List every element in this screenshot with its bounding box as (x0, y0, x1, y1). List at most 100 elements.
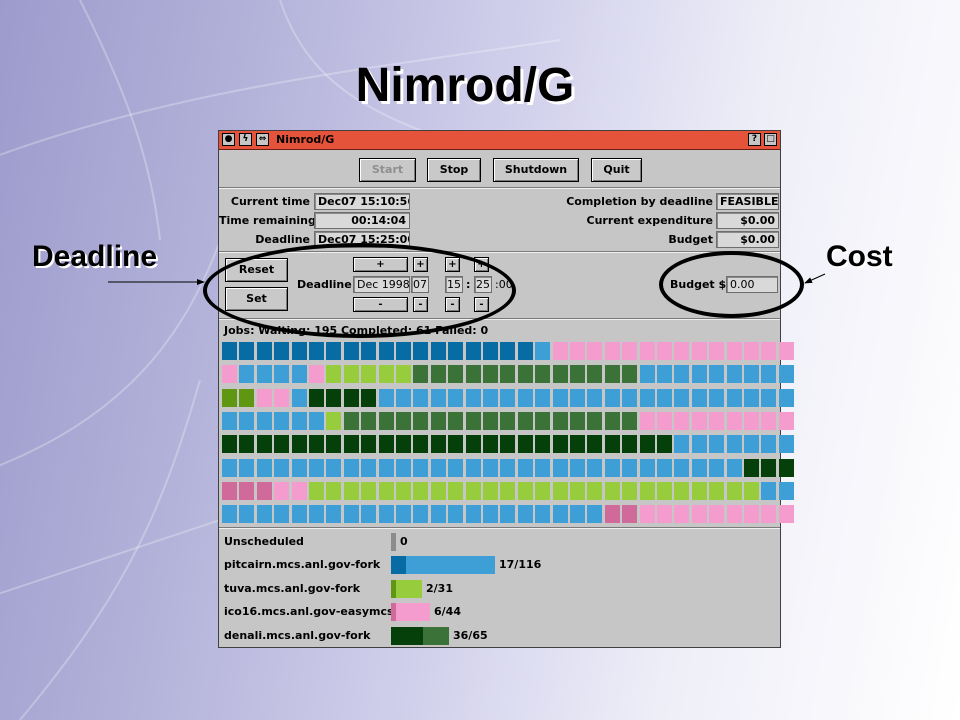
job-cell (431, 412, 446, 430)
job-cell (274, 412, 289, 430)
expenditure-value: $0.00 (716, 212, 779, 229)
shutdown-button[interactable]: Shutdown (493, 158, 579, 182)
job-cell (448, 459, 463, 477)
job-cell (587, 435, 602, 453)
host-progress-segment (391, 556, 406, 575)
job-cell (361, 435, 376, 453)
job-cell (396, 365, 411, 383)
divider (219, 527, 780, 529)
job-cell (483, 342, 498, 360)
job-cell (570, 389, 585, 407)
job-cell (326, 412, 341, 430)
job-cell (413, 505, 428, 523)
job-cell (779, 365, 794, 383)
host-name: Unscheduled (224, 535, 304, 548)
job-cell (274, 505, 289, 523)
job-cell (483, 459, 498, 477)
job-cell (222, 482, 237, 500)
host-progress-segment (423, 626, 449, 645)
stop-button[interactable]: Stop (427, 158, 481, 182)
job-cell (466, 412, 481, 430)
job-cell (744, 505, 759, 523)
budget-status-value: $0.00 (716, 231, 779, 248)
job-cell (640, 365, 655, 383)
host-name: pitcairn.mcs.anl.gov-fork (224, 558, 381, 572)
job-cell (779, 389, 794, 407)
job-cell (622, 365, 637, 383)
job-cell (553, 435, 568, 453)
job-cell (657, 365, 672, 383)
job-cell (483, 505, 498, 523)
job-cell (727, 412, 742, 430)
job-cell (674, 365, 689, 383)
window-titlebar[interactable]: ● ϟ ⇔ Nimrod/G ? □ (219, 131, 780, 150)
job-cell (292, 342, 307, 360)
job-cell (605, 389, 620, 407)
job-cell (622, 482, 637, 500)
host-progress-segment (391, 626, 423, 645)
job-cell (779, 412, 794, 430)
job-cell (553, 482, 568, 500)
job-cell (570, 505, 585, 523)
job-cell (622, 505, 637, 523)
job-cell (326, 342, 341, 360)
job-cell (727, 365, 742, 383)
host-progress-segment (391, 533, 396, 551)
job-cell (292, 435, 307, 453)
slide-title: Nimrod/G (355, 59, 575, 112)
job-cell (361, 482, 376, 500)
job-cell (500, 459, 515, 477)
job-cell (709, 482, 724, 500)
job-cell (292, 459, 307, 477)
job-cell (239, 459, 254, 477)
job-cell (344, 435, 359, 453)
cost-highlight-ring (659, 251, 804, 318)
job-cell (379, 412, 394, 430)
host-progress-value: 2/31 (426, 581, 453, 595)
job-cell (448, 482, 463, 500)
job-cell (640, 389, 655, 407)
job-cell (570, 459, 585, 477)
job-cell (466, 435, 481, 453)
job-cell (570, 412, 585, 430)
resize-icon[interactable]: ⇔ (256, 133, 269, 146)
job-cell (431, 342, 446, 360)
quit-button[interactable]: Quit (591, 158, 642, 182)
job-cell (379, 435, 394, 453)
job-cell (431, 482, 446, 500)
job-cell (483, 435, 498, 453)
host-progress-value: 17/116 (499, 558, 542, 572)
window-title: Nimrod/G (276, 133, 335, 146)
job-cell (640, 482, 655, 500)
job-cell (640, 505, 655, 523)
job-cell (431, 389, 446, 407)
job-cell (396, 459, 411, 477)
job-cell (379, 505, 394, 523)
job-cell (483, 482, 498, 500)
close-icon[interactable]: ● (222, 133, 235, 146)
job-cell (553, 412, 568, 430)
job-cell (605, 505, 620, 523)
job-cell (587, 412, 602, 430)
job-cell (709, 435, 724, 453)
job-cell (344, 482, 359, 500)
job-cell (361, 412, 376, 430)
help-icon[interactable]: ? (748, 133, 761, 146)
job-cell (761, 482, 776, 500)
job-cell (587, 459, 602, 477)
maximize-icon[interactable]: □ (764, 133, 777, 146)
start-button[interactable]: Start (359, 158, 416, 182)
lightning-icon[interactable]: ϟ (239, 133, 252, 146)
host-name: tuva.mcs.anl.gov-fork (224, 581, 361, 595)
job-cell (692, 482, 707, 500)
job-cell (518, 435, 533, 453)
job-cell (587, 482, 602, 500)
job-cell (326, 435, 341, 453)
job-cell (709, 342, 724, 360)
job-cell (622, 459, 637, 477)
job-cell (657, 505, 672, 523)
job-cell (553, 365, 568, 383)
job-cell (518, 389, 533, 407)
job-cell (413, 459, 428, 477)
budget-status-label: Budget (668, 233, 713, 246)
